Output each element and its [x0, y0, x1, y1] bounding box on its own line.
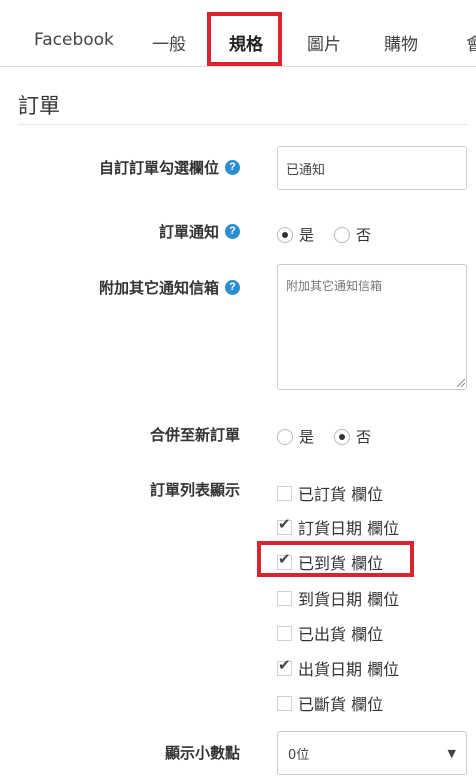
highlight-box	[257, 541, 414, 577]
section-title: 訂單	[18, 94, 60, 118]
custom-check-label: 自訂訂單勾選欄位 ?	[99, 157, 240, 178]
check-icon: ✔	[278, 655, 291, 674]
merge-order-yes-radio[interactable]	[277, 428, 293, 445]
checkbox-option[interactable]: 已訂貨 欄位	[277, 481, 383, 505]
checkbox-option[interactable]: 已出貨 欄位	[277, 621, 383, 645]
decimals-label: 顯示小數點	[164, 744, 240, 762]
tab-facebook[interactable]: Facebook	[34, 30, 114, 50]
tab-overflow[interactable]: 會	[466, 30, 476, 55]
checkbox[interactable]	[277, 695, 292, 711]
checkbox-option[interactable]: 已斷貨 欄位	[277, 691, 383, 715]
list-display-label: 訂單列表顯示	[149, 481, 240, 499]
checkbox-option[interactable]: 到貨日期 欄位	[277, 586, 399, 610]
checkbox[interactable]	[277, 590, 292, 606]
decimals-select-value: 0位	[288, 747, 310, 763]
order-notify-no-radio[interactable]	[334, 226, 351, 243]
help-icon[interactable]: ?	[225, 160, 240, 175]
merge-order-radio-group: 是 否	[277, 426, 391, 447]
merge-order-no-radio[interactable]	[334, 428, 351, 445]
caret-down-icon: ▼	[447, 746, 456, 760]
order-notify-yes-label: 是	[299, 226, 315, 244]
extra-emails-label: 附加其它通知信箱 ?	[99, 277, 240, 298]
check-icon: ✔	[278, 514, 291, 533]
checkbox[interactable]: ✔	[277, 514, 292, 535]
order-notify-no-label: 否	[356, 226, 372, 244]
checkbox[interactable]: ✔	[277, 655, 292, 676]
order-notify-radio-group: 是 否	[277, 224, 391, 245]
extra-emails-textarea[interactable]	[277, 264, 467, 390]
tab-images[interactable]: 圖片	[307, 30, 341, 55]
tab-general[interactable]: 一般	[152, 30, 186, 55]
order-notify-yes-radio[interactable]	[277, 226, 293, 243]
active-tab-highlight	[207, 12, 282, 66]
merge-order-label: 合併至新訂單	[149, 426, 240, 444]
resize-grip-icon[interactable]	[456, 378, 465, 387]
section-divider	[18, 124, 468, 125]
merge-order-no-label: 否	[356, 428, 372, 446]
checkbox[interactable]	[277, 625, 292, 641]
decimals-select[interactable]: 0位 ▼	[277, 731, 467, 775]
checkbox-option[interactable]: ✔ 訂貨日期 欄位	[277, 515, 399, 539]
tab-shopping[interactable]: 購物	[384, 30, 418, 55]
order-notify-label: 訂單通知 ?	[159, 221, 240, 242]
help-icon[interactable]: ?	[225, 280, 240, 295]
custom-check-input[interactable]	[277, 146, 467, 190]
merge-order-yes-label: 是	[299, 428, 315, 446]
checkbox[interactable]	[277, 485, 292, 501]
checkbox-option[interactable]: ✔ 出貨日期 欄位	[277, 656, 399, 680]
help-icon[interactable]: ?	[225, 224, 240, 239]
